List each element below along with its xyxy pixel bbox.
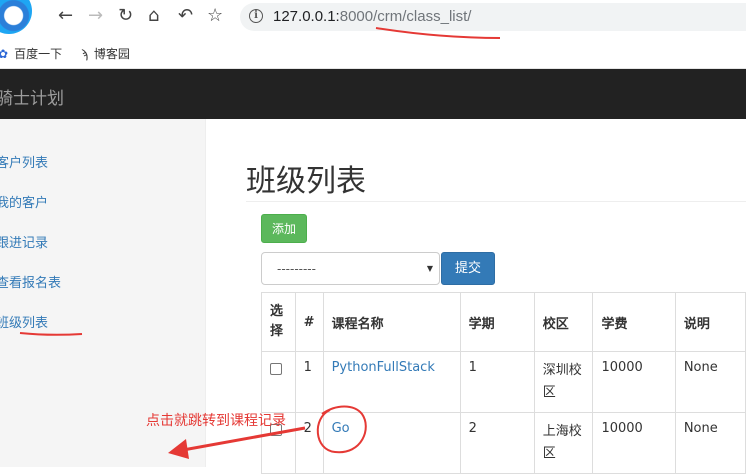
course-link[interactable]: PythonFullStack — [332, 360, 435, 375]
bookmarks-bar: ✿ 百度一下 ϡ 博客园 — [0, 36, 746, 69]
bookmark-label: 博客园 — [93, 47, 130, 61]
header-fee: 学费 — [592, 292, 676, 352]
course-link[interactable]: Go — [332, 421, 350, 436]
row-campus: 深圳校区 — [533, 351, 594, 413]
submit-button[interactable]: 提交 — [441, 252, 495, 285]
sidebar-item-followup[interactable]: 跟进记录 — [0, 232, 48, 251]
undo-icon[interactable]: ↶ — [178, 7, 193, 25]
sidebar-item-enrollment[interactable]: 查看报名表 — [0, 272, 61, 291]
header-course: 课程名称 — [322, 292, 461, 352]
row-semester: 2 — [459, 412, 535, 474]
dropdown-arrow-icon: ▼ — [426, 264, 433, 273]
bookmark-label: 百度一下 — [14, 47, 63, 61]
table-header-row: 选择 # 课程名称 学期 校区 学费 说明 — [261, 292, 746, 352]
forward-arrow-icon[interactable]: → — [88, 7, 103, 25]
row-note: None — [674, 351, 746, 413]
url-text: 127.0.0.1:8000/crm/class_list/ — [273, 8, 471, 25]
sidebar-item-class-list[interactable]: 班级列表 — [0, 312, 48, 331]
row-index: 1 — [294, 351, 324, 413]
table-row: 1 PythonFullStack 1 深圳校区 10000 None — [261, 351, 746, 413]
row-checkbox-cell — [261, 351, 296, 413]
address-bar[interactable]: i 127.0.0.1:8000/crm/class_list/ — [240, 3, 746, 31]
bookmark-baidu[interactable]: ✿ 百度一下 — [0, 45, 62, 62]
row-fee: 10000 — [592, 351, 676, 413]
row-campus: 上海校区 — [533, 412, 594, 474]
annotation-text: 点击就跳转到课程记录 — [146, 413, 286, 429]
reload-icon[interactable]: ↻ — [118, 7, 133, 25]
star-icon[interactable]: ☆ — [207, 7, 223, 25]
back-arrow-icon[interactable]: ← — [58, 7, 73, 25]
row-index: 2 — [294, 412, 324, 474]
action-select[interactable]: --------- ▼ — [261, 252, 440, 285]
sidebar-item-my-customers[interactable]: 我的客户 — [0, 192, 48, 211]
url-host: 127.0.0.1: — [273, 8, 340, 25]
select-value: --------- — [277, 262, 316, 276]
paw-icon: ✿ — [0, 47, 9, 61]
row-fee: 10000 — [592, 412, 676, 474]
row-semester: 1 — [459, 351, 535, 413]
header-label: 选择 — [270, 304, 284, 339]
row-note: None — [674, 412, 746, 474]
header-index: # — [294, 292, 324, 352]
table-row: 2 Go 2 上海校区 10000 None — [261, 412, 746, 474]
brand-title[interactable]: 骑士计划 — [0, 84, 64, 109]
main-content: 班级列表 添加 --------- ▼ 提交 选择 # 课程名称 学期 校区 学… — [206, 119, 746, 474]
home-icon[interactable]: ⌂ — [148, 7, 159, 25]
add-button[interactable]: 添加 — [261, 214, 307, 243]
header-semester: 学期 — [459, 292, 535, 352]
bookmark-cnblogs[interactable]: ϡ 博客园 — [81, 45, 130, 62]
header-select: 选择 — [261, 292, 296, 352]
browser-toolbar: ← → ↻ ⌂ ↶ ☆ i 127.0.0.1:8000/crm/class_l… — [0, 0, 746, 36]
header-note: 说明 — [674, 292, 746, 352]
class-table: 选择 # 课程名称 学期 校区 学费 说明 1 PythonFullStack … — [261, 292, 746, 474]
header-campus: 校区 — [533, 292, 594, 352]
browser-logo-icon — [0, 0, 32, 34]
row-course-cell: Go — [322, 412, 461, 474]
page-title: 班级列表 — [246, 165, 366, 198]
bookmark-icon: ϡ — [81, 47, 88, 61]
info-icon[interactable]: i — [249, 9, 263, 23]
row-course-cell: PythonFullStack — [322, 351, 461, 413]
sidebar-item-customer-list[interactable]: 客户列表 — [0, 152, 48, 171]
divider — [246, 201, 746, 202]
top-navbar: 骑士计划 — [0, 69, 746, 119]
row-checkbox[interactable] — [270, 363, 282, 375]
url-path: 8000/crm/class_list/ — [339, 8, 472, 25]
